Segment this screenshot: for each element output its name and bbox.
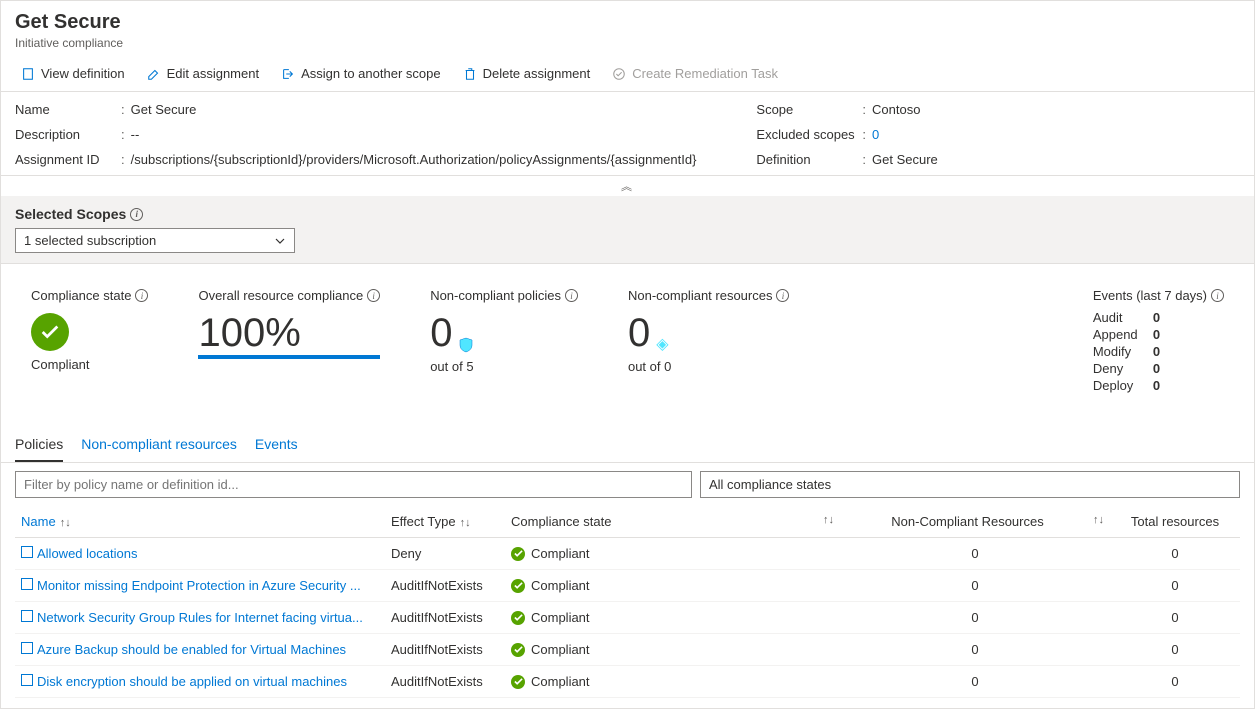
cube-icon: ◈: [656, 337, 668, 353]
check-icon: [511, 675, 525, 689]
check-icon: [511, 643, 525, 657]
compliance-filter-dropdown[interactable]: All compliance states: [700, 471, 1240, 498]
event-row: Deploy0: [1093, 377, 1224, 394]
event-row: Modify0: [1093, 343, 1224, 360]
detail-definition: Definition:Get Secure: [756, 152, 937, 167]
cell-effect: AuditIfNotExists: [385, 666, 505, 698]
detail-name: Name:Get Secure: [15, 102, 696, 117]
sort-icon[interactable]: ↑↓: [1093, 514, 1104, 526]
page-subtitle: Initiative compliance: [15, 36, 1240, 50]
selected-scopes-label: Selected Scopes i: [15, 206, 1240, 222]
table-row: Azure Backup should be enabled for Virtu…: [15, 634, 1240, 666]
cell-state: Compliant: [505, 538, 840, 570]
table-row: Network Security Group Rules for Interne…: [15, 602, 1240, 634]
policy-link[interactable]: Allowed locations: [37, 546, 137, 561]
detail-scope: Scope:Contoso: [756, 102, 937, 117]
sort-icon[interactable]: ↑↓: [823, 514, 834, 526]
detail-assignment-id: Assignment ID:/subscriptions/{subscripti…: [15, 152, 696, 167]
table-row: Disk encryption should be applied on vir…: [15, 666, 1240, 698]
info-icon[interactable]: i: [776, 289, 789, 302]
collapse-toggle[interactable]: ︽: [1, 175, 1254, 196]
info-icon[interactable]: i: [367, 289, 380, 302]
cell-state: Compliant: [505, 634, 840, 666]
stat-events: Events (last 7 days) i Audit0Append0Modi…: [1093, 288, 1224, 394]
trash-icon: [463, 67, 477, 81]
shield-icon: [458, 337, 474, 353]
event-row: Append0: [1093, 326, 1224, 343]
table-row: Monitor missing Endpoint Protection in A…: [15, 570, 1240, 602]
policy-icon: [21, 610, 33, 622]
policy-link[interactable]: Monitor missing Endpoint Protection in A…: [37, 578, 361, 593]
stat-overall-compliance: Overall resource compliance i 100%: [198, 288, 380, 394]
tab-events[interactable]: Events: [255, 428, 298, 462]
cell-effect: Deny: [385, 538, 505, 570]
compliant-check-icon: [31, 313, 69, 351]
cell-state: Compliant: [505, 666, 840, 698]
check-icon: [511, 579, 525, 593]
policy-filter-input[interactable]: [15, 471, 692, 498]
sort-icon[interactable]: ↑↓: [60, 517, 71, 529]
delete-assignment-button[interactable]: Delete assignment: [457, 62, 597, 85]
info-icon[interactable]: i: [565, 289, 578, 302]
col-state[interactable]: Compliance state↑↓: [505, 506, 840, 538]
cell-state: Compliant: [505, 602, 840, 634]
info-icon[interactable]: i: [130, 208, 143, 221]
stat-noncompliant-resources: Non-compliant resources i 0 ◈ out of 0: [628, 288, 790, 394]
cell-total: 0: [1110, 602, 1240, 634]
cell-noncompliant: 0: [840, 538, 1110, 570]
cell-total: 0: [1110, 538, 1240, 570]
check-icon: [511, 611, 525, 625]
cell-state: Compliant: [505, 570, 840, 602]
policy-icon: [21, 674, 33, 686]
tab-noncompliant[interactable]: Non-compliant resources: [81, 428, 237, 462]
stat-noncompliant-policies: Non-compliant policies i 0 out of 5: [430, 288, 578, 394]
detail-description: Description:--: [15, 127, 696, 142]
document-icon: [21, 67, 35, 81]
policy-icon: [21, 642, 33, 654]
col-noncompliant[interactable]: Non-Compliant Resources↑↓: [840, 506, 1110, 538]
cell-total: 0: [1110, 570, 1240, 602]
export-icon: [281, 67, 295, 81]
cell-noncompliant: 0: [840, 570, 1110, 602]
col-total[interactable]: Total resources: [1110, 506, 1240, 538]
cell-noncompliant: 0: [840, 666, 1110, 698]
info-icon[interactable]: i: [1211, 289, 1224, 302]
policy-icon: [21, 578, 33, 590]
check-icon: [511, 547, 525, 561]
event-row: Deny0: [1093, 360, 1224, 377]
sort-icon[interactable]: ↑↓: [460, 517, 471, 529]
task-icon: [612, 67, 626, 81]
view-definition-button[interactable]: View definition: [15, 62, 131, 85]
cell-noncompliant: 0: [840, 634, 1110, 666]
chevron-down-icon: [274, 235, 286, 247]
create-remediation-button: Create Remediation Task: [606, 62, 784, 85]
cell-total: 0: [1110, 634, 1240, 666]
stat-compliance-state: Compliance state i Compliant: [31, 288, 148, 394]
table-row: Allowed locationsDenyCompliant00: [15, 538, 1240, 570]
detail-excluded-scopes: Excluded scopes:0: [756, 127, 937, 142]
cell-effect: AuditIfNotExists: [385, 602, 505, 634]
scope-dropdown[interactable]: 1 selected subscription: [15, 228, 295, 253]
page-title: Get Secure: [15, 11, 1240, 34]
policy-icon: [21, 546, 33, 558]
cell-effect: AuditIfNotExists: [385, 634, 505, 666]
policy-link[interactable]: Azure Backup should be enabled for Virtu…: [37, 642, 346, 657]
edit-assignment-button[interactable]: Edit assignment: [141, 62, 266, 85]
col-effect[interactable]: Effect Type↑↓: [385, 506, 505, 538]
policy-link[interactable]: Disk encryption should be applied on vir…: [37, 674, 347, 689]
pencil-icon: [147, 67, 161, 81]
event-row: Audit0: [1093, 309, 1224, 326]
cell-effect: AuditIfNotExists: [385, 570, 505, 602]
info-icon[interactable]: i: [135, 289, 148, 302]
assign-scope-button[interactable]: Assign to another scope: [275, 62, 446, 85]
col-name[interactable]: Name↑↓: [15, 506, 385, 538]
tab-policies[interactable]: Policies: [15, 428, 63, 462]
policy-link[interactable]: Network Security Group Rules for Interne…: [37, 610, 363, 625]
cell-noncompliant: 0: [840, 602, 1110, 634]
cell-total: 0: [1110, 666, 1240, 698]
